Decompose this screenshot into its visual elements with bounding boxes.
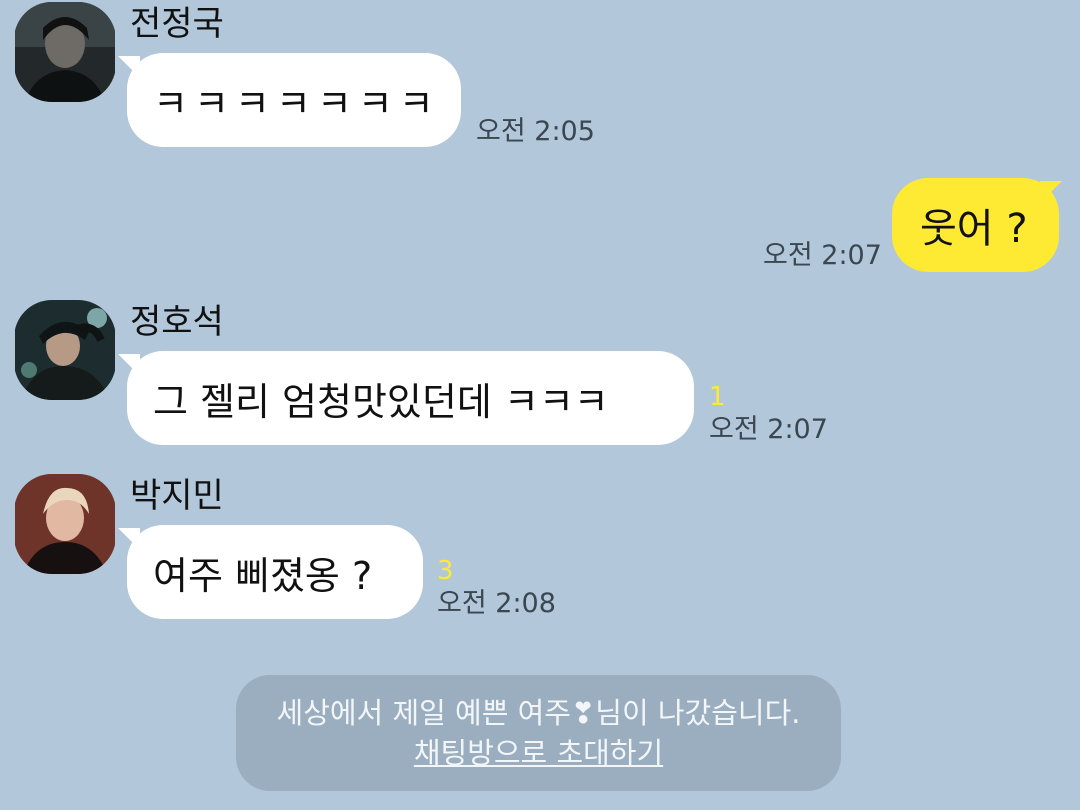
- profile-photo: [15, 474, 115, 574]
- sender-name: 박지민: [130, 476, 224, 516]
- message-bubble[interactable]: 그 젤리 엄청맛있던데 ㅋㅋㅋ: [127, 351, 694, 445]
- unread-count: 3: [437, 556, 454, 586]
- message-bubble[interactable]: 여주 삐졌옹 ?: [127, 525, 423, 619]
- sender-name: 전정국: [130, 4, 224, 44]
- profile-photo: [15, 2, 115, 102]
- message-time: 오전 2:07: [763, 240, 882, 271]
- avatar-jungkook[interactable]: [14, 2, 116, 102]
- message-time: 오전 2:08: [437, 588, 556, 619]
- avatar-hoseok[interactable]: [14, 300, 116, 400]
- notice-text: 세상에서 제일 예쁜 여주❣님이 나갔습니다.: [276, 696, 801, 730]
- sender-name: 정호석: [130, 302, 224, 342]
- system-notice: 세상에서 제일 예쁜 여주❣님이 나갔습니다. 채팅방으로 초대하기: [236, 675, 841, 791]
- my-message-bubble[interactable]: 웃어 ?: [892, 178, 1059, 272]
- avatar-jimin[interactable]: [14, 474, 116, 574]
- unread-count: 1: [709, 382, 726, 412]
- message-bubble[interactable]: ㅋㅋㅋㅋㅋㅋㅋ: [127, 53, 461, 147]
- message-time: 오전 2:05: [476, 116, 595, 147]
- message-time: 오전 2:07: [709, 414, 828, 445]
- profile-photo: [15, 300, 115, 400]
- invite-to-chat-link[interactable]: 채팅방으로 초대하기: [414, 733, 663, 773]
